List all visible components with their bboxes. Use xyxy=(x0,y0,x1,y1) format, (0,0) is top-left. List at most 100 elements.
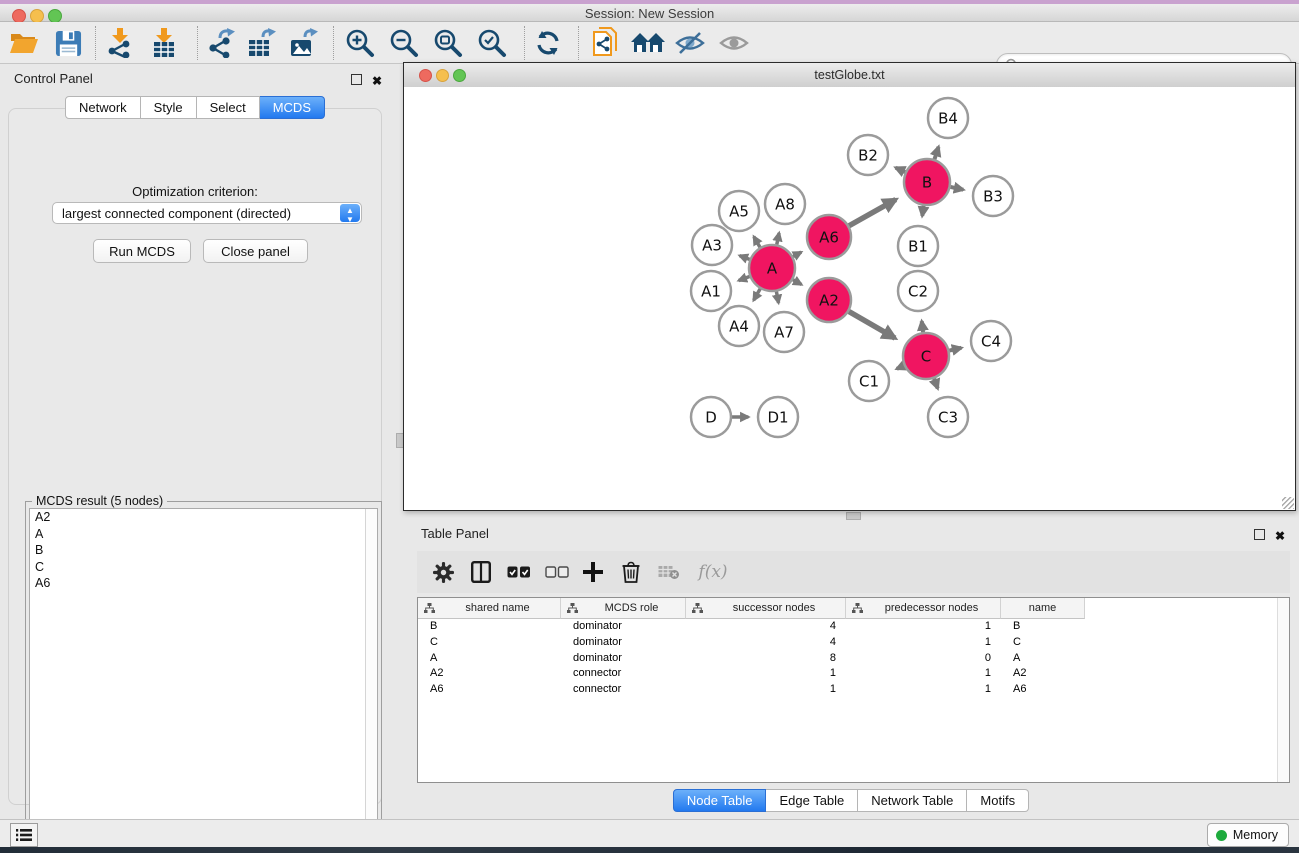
export-image-icon[interactable] xyxy=(288,27,320,59)
delete-table-icon[interactable] xyxy=(655,559,683,585)
hide-selected-eye-icon[interactable] xyxy=(674,27,706,59)
graph-node-B[interactable]: B xyxy=(904,159,950,205)
tab-motifs[interactable]: Motifs xyxy=(967,789,1029,812)
edge-A-A6[interactable] xyxy=(793,252,801,256)
table-cell[interactable]: dominator xyxy=(561,619,686,635)
graph-node-C[interactable]: C xyxy=(903,333,949,379)
edge-B-B3[interactable] xyxy=(950,187,963,190)
edge-C-C3[interactable] xyxy=(934,379,938,389)
edge-A-A1[interactable] xyxy=(739,276,750,280)
deselect-all-checkboxes-icon[interactable] xyxy=(543,559,571,585)
column-header-successor-nodes[interactable]: successor nodes xyxy=(686,598,846,619)
edge-B-B1[interactable] xyxy=(922,206,923,216)
table-row[interactable]: A2connector11A2 xyxy=(418,666,1085,682)
table-cell[interactable]: connector xyxy=(561,682,686,698)
graph-node-C1[interactable]: C1 xyxy=(849,361,889,401)
float-panel-icon[interactable] xyxy=(1254,529,1265,540)
edge-B-B4[interactable] xyxy=(934,147,938,159)
tab-style[interactable]: Style xyxy=(141,96,197,119)
table-row[interactable]: Cdominator41C xyxy=(418,635,1085,651)
edge-A-A2[interactable] xyxy=(793,280,802,285)
table-row[interactable]: Bdominator41B xyxy=(418,619,1085,635)
graph-node-B2[interactable]: B2 xyxy=(848,135,888,175)
tab-node-table[interactable]: Node Table xyxy=(673,789,767,812)
graph-node-D1[interactable]: D1 xyxy=(758,397,798,437)
table-cell[interactable]: dominator xyxy=(561,635,686,651)
graph-node-A3[interactable]: A3 xyxy=(692,225,732,265)
table-cell[interactable]: B xyxy=(1001,619,1085,635)
graph-node-A6[interactable]: A6 xyxy=(807,215,851,259)
graph-node-A7[interactable]: A7 xyxy=(764,312,804,352)
graph-node-B4[interactable]: B4 xyxy=(928,98,968,138)
edge-A2-C[interactable] xyxy=(849,311,895,338)
graph-node-B3[interactable]: B3 xyxy=(973,176,1013,216)
graph-node-A2[interactable]: A2 xyxy=(807,278,851,322)
run-mcds-button[interactable]: Run MCDS xyxy=(93,239,191,263)
close-panel-button[interactable]: Close panel xyxy=(203,239,308,263)
criterion-dropdown[interactable]: largest connected component (directed) ▲… xyxy=(52,202,362,224)
import-network-icon[interactable] xyxy=(104,27,136,59)
table-row[interactable]: A6connector11A6 xyxy=(418,682,1085,698)
zoom-out-icon[interactable] xyxy=(388,27,420,59)
edge-C-C4[interactable] xyxy=(949,348,961,351)
function-builder-icon[interactable]: f(x) xyxy=(693,559,733,585)
mcds-result-item[interactable]: A xyxy=(30,526,377,543)
edge-A6-B[interactable] xyxy=(849,200,896,226)
zoom-fit-icon[interactable] xyxy=(432,27,464,59)
graph-node-A8[interactable]: A8 xyxy=(765,184,805,224)
edge-A-A3[interactable] xyxy=(740,256,750,260)
table-cell[interactable]: 1 xyxy=(846,666,1001,682)
mcds-result-item[interactable]: C xyxy=(30,559,377,576)
edge-B-B2[interactable] xyxy=(896,168,906,172)
table-cell[interactable]: connector xyxy=(561,666,686,682)
tab-edge-table[interactable]: Edge Table xyxy=(766,789,858,812)
table-cell[interactable]: A xyxy=(1001,651,1085,667)
graph-node-A4[interactable]: A4 xyxy=(719,306,759,346)
table-cell[interactable]: 0 xyxy=(846,651,1001,667)
table-cell[interactable]: 1 xyxy=(846,619,1001,635)
graph-node-A5[interactable]: A5 xyxy=(719,191,759,231)
clone-network-icon[interactable] xyxy=(590,27,622,59)
table-cell[interactable]: A2 xyxy=(418,666,561,682)
table-cell[interactable]: A xyxy=(418,651,561,667)
tab-network-table[interactable]: Network Table xyxy=(858,789,967,812)
mcds-result-item[interactable]: B xyxy=(30,542,377,559)
column-header-shared-name[interactable]: shared name xyxy=(418,598,561,619)
save-session-icon[interactable] xyxy=(52,27,84,59)
table-cell[interactable]: 1 xyxy=(846,635,1001,651)
delete-column-trash-icon[interactable] xyxy=(617,559,645,585)
node-table[interactable]: shared nameMCDS rolesuccessor nodesprede… xyxy=(417,597,1290,783)
settings-gear-icon[interactable] xyxy=(429,559,457,585)
table-cell[interactable]: C xyxy=(1001,635,1085,651)
add-column-icon[interactable] xyxy=(579,559,607,585)
edge-C-C1[interactable] xyxy=(897,366,904,369)
column-header-predecessor-nodes[interactable]: predecessor nodes xyxy=(846,598,1001,619)
open-session-icon[interactable] xyxy=(8,27,40,59)
zoom-selected-icon[interactable] xyxy=(476,27,508,59)
column-header-name[interactable]: name xyxy=(1001,598,1085,619)
edge-A-A4[interactable] xyxy=(754,289,760,300)
table-cell[interactable]: 1 xyxy=(686,682,846,698)
mcds-result-item[interactable]: A6 xyxy=(30,575,377,592)
graph-node-C4[interactable]: C4 xyxy=(971,321,1011,361)
refresh-layout-icon[interactable] xyxy=(532,27,564,59)
float-panel-icon[interactable] xyxy=(351,74,362,85)
result-scrollbar[interactable] xyxy=(365,509,377,837)
column-header-MCDS-role[interactable]: MCDS role xyxy=(561,598,686,619)
graph-node-D[interactable]: D xyxy=(691,397,731,437)
table-cell[interactable]: A6 xyxy=(1001,682,1085,698)
task-history-button[interactable] xyxy=(10,823,38,847)
graph-node-C3[interactable]: C3 xyxy=(928,397,968,437)
select-all-checkboxes-icon[interactable] xyxy=(505,559,533,585)
table-cell[interactable]: 8 xyxy=(686,651,846,667)
close-panel-icon[interactable]: ✖ xyxy=(372,74,382,88)
close-panel-icon[interactable]: ✖ xyxy=(1275,529,1285,543)
tab-select[interactable]: Select xyxy=(197,96,260,119)
zoom-in-icon[interactable] xyxy=(344,27,376,59)
table-scrollbar[interactable] xyxy=(1277,598,1289,782)
table-cell[interactable]: A6 xyxy=(418,682,561,698)
mcds-result-item[interactable]: A2 xyxy=(30,509,377,526)
table-row[interactable]: Adominator80A xyxy=(418,651,1085,667)
export-network-icon[interactable] xyxy=(206,27,238,59)
table-cell[interactable]: 1 xyxy=(846,682,1001,698)
